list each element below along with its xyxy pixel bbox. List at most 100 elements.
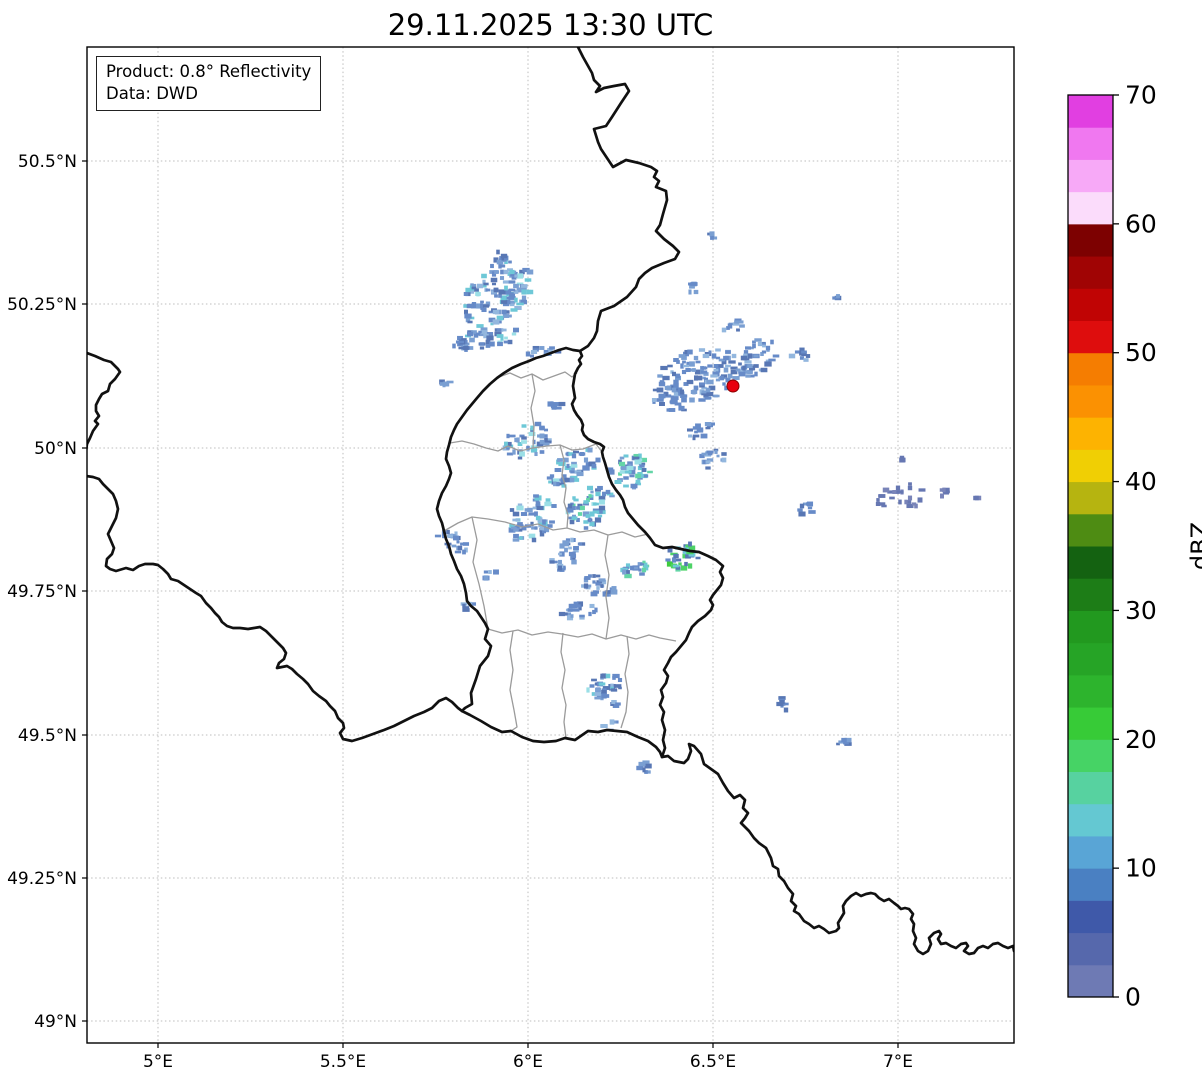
echo-pixel: [660, 365, 668, 371]
echo-pixel: [601, 689, 607, 695]
echo-pixel: [510, 308, 518, 312]
echo-pixel: [571, 453, 577, 459]
echo-pixel: [656, 398, 664, 402]
echo-pixel: [500, 253, 508, 259]
echo-pixel: [731, 353, 737, 359]
echo-pixel: [539, 425, 545, 431]
echo-pixel: [499, 289, 505, 295]
echo-pixel: [911, 502, 917, 506]
echo-pixel: [698, 382, 706, 386]
echo-pixel: [496, 249, 500, 255]
colorbar-band: [1068, 417, 1113, 450]
echo-pixel: [514, 297, 518, 303]
echo-pixel: [630, 483, 638, 489]
echo-pixel: [528, 533, 536, 539]
echo-pixel: [577, 512, 583, 516]
echo-pixel: [479, 342, 485, 346]
echo-pixel: [728, 360, 736, 364]
echo-pixel: [462, 549, 466, 555]
echo-pixel: [744, 360, 752, 364]
echo-pixel: [463, 292, 469, 296]
echo-pixel: [452, 343, 456, 349]
echo-pixel: [533, 494, 539, 498]
echo-pixel: [688, 541, 692, 547]
echo-pixel: [568, 516, 572, 520]
echo-pixel: [618, 461, 626, 467]
echo-pixel: [475, 303, 481, 309]
echo-pixel: [698, 398, 706, 402]
echo-pixel: [898, 499, 902, 505]
echo-pixel: [595, 688, 601, 692]
axes: 5°E 5.5°E 6°E 6.5°E 7°E 50.5°N 50.25°N 50°N 49.7…: [7, 152, 913, 1072]
echo-pixel: [904, 499, 908, 505]
echo-pixel: [611, 586, 617, 590]
echo-pixel: [512, 511, 520, 517]
echo-pixel: [549, 560, 555, 564]
echo-pixel: [563, 541, 569, 547]
echo-pixel: [506, 296, 514, 300]
echo-pixel: [619, 470, 625, 474]
echo-pixel: [665, 558, 671, 562]
echo-pixel: [541, 530, 547, 534]
echo-pixel: [498, 264, 506, 268]
echo-pixel: [567, 503, 573, 509]
echo-pixel: [452, 535, 460, 541]
echo-pixel: [762, 344, 766, 348]
echo-pixel: [620, 465, 628, 471]
echo-pixel: [701, 452, 707, 456]
radar-site-marker: [726, 379, 740, 393]
y-tick-label: 49.75°N: [7, 582, 77, 602]
district-border: [509, 630, 518, 732]
echo-pixel: [456, 540, 460, 544]
echo-pixel: [671, 387, 677, 393]
map-area: [87, 47, 1014, 1043]
echo-pixel: [727, 373, 733, 379]
echo-pixel: [480, 300, 484, 304]
echo-pixel: [705, 460, 711, 464]
echo-pixel: [686, 379, 694, 385]
echo-pixel: [536, 505, 544, 511]
echo-pixel: [725, 350, 731, 354]
echo-pixel: [623, 454, 629, 458]
echo-pixel: [471, 286, 477, 290]
echo-pixel: [516, 273, 524, 279]
echo-pixel: [458, 346, 466, 350]
echo-pixel: [481, 307, 487, 313]
echo-pixel: [514, 274, 518, 278]
echo-pixel: [552, 478, 560, 482]
echo-pixel: [735, 368, 741, 372]
echo-pixel: [692, 426, 700, 430]
echo-pixel: [501, 309, 507, 315]
echo-pixel: [713, 364, 719, 368]
district-border: [560, 632, 567, 739]
echo-pixel: [493, 287, 499, 293]
echo-pixel: [531, 537, 537, 543]
echo-pixel: [713, 368, 719, 372]
y-tick-label: 49°N: [34, 1012, 77, 1032]
echo-pixel: [545, 498, 551, 502]
echo-pixel: [527, 507, 533, 513]
echo-pixel: [583, 526, 589, 530]
colorbar-band: [1068, 223, 1113, 257]
echo-pixel: [634, 566, 638, 570]
echo-pixel: [682, 360, 686, 364]
echo-pixel: [572, 608, 580, 612]
echo-pixel: [519, 451, 525, 457]
echo-pixel: [788, 353, 796, 359]
echo-pixel: [509, 508, 515, 512]
echo-pixel: [693, 289, 699, 295]
echo-pixel: [666, 408, 670, 412]
echo-pixel: [878, 502, 886, 506]
echo-pixel: [573, 546, 579, 550]
y-tick-label: 50°N: [34, 439, 77, 459]
echo-pixel: [492, 309, 500, 315]
echo-pixel: [530, 354, 534, 358]
colorbar-tick-label: 10: [1125, 854, 1157, 883]
echo-pixel: [490, 277, 498, 283]
echo-pixel: [940, 493, 944, 499]
colorbar-band: [1068, 578, 1113, 611]
echo-pixel: [706, 450, 714, 454]
echo-pixel: [768, 358, 776, 362]
echo-pixel: [471, 602, 477, 606]
echo-pixel: [600, 673, 604, 679]
